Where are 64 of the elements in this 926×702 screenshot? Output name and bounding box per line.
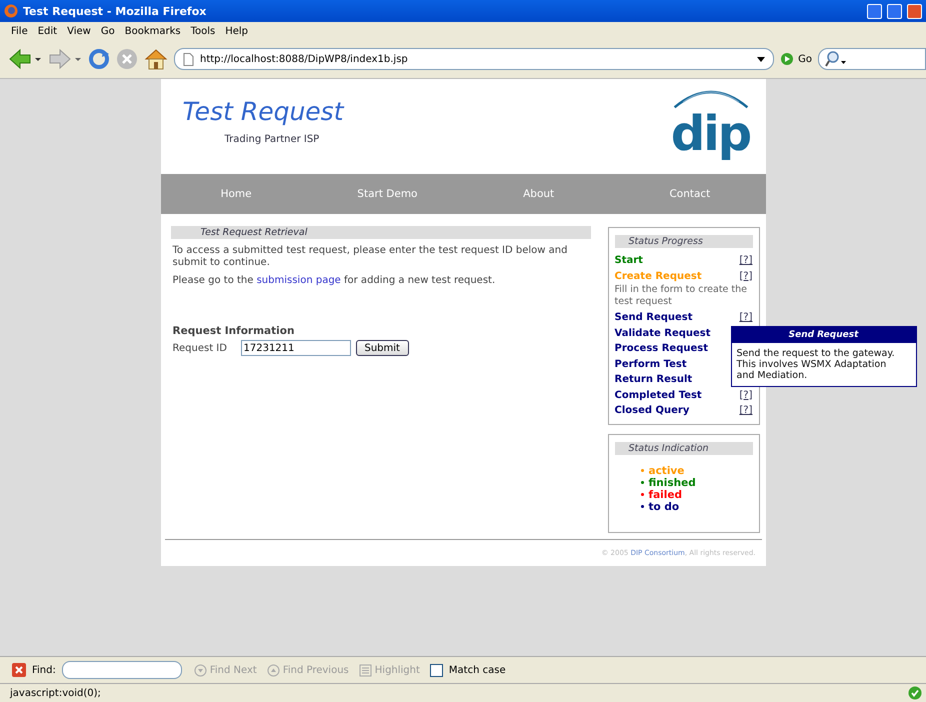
go-button[interactable]: Go — [780, 52, 812, 66]
panel-title: Status Indication — [614, 442, 752, 454]
window-title: Test Request - Mozilla Firefox — [23, 4, 206, 18]
help-link[interactable]: [?] — [739, 403, 752, 418]
info-text: Please go to the submission page for adding a new test request. — [172, 275, 496, 287]
step-label: Create Request — [614, 270, 702, 284]
home-icon[interactable] — [144, 48, 168, 70]
field-label: Request ID — [172, 342, 228, 354]
help-link[interactable]: [?] — [739, 388, 752, 403]
help-link[interactable]: [?] — [739, 310, 752, 326]
status-label: to do — [648, 500, 680, 512]
submit-button[interactable]: Submit — [356, 340, 409, 356]
step-label: Return Result — [614, 373, 692, 387]
section-title: Test Request Retrieval — [170, 226, 590, 239]
close-icon[interactable] — [12, 663, 26, 677]
maximize-icon[interactable] — [887, 4, 902, 18]
tooltip-text: Send the request to the gateway. This involves WSMX Adaptation and Mediation. — [736, 347, 896, 383]
menu-item[interactable]: Bookmarks — [120, 26, 186, 36]
step-label: Validate Request — [614, 326, 711, 340]
submission-link[interactable]: submission page — [256, 275, 341, 286]
page-icon — [183, 52, 194, 66]
tooltip-title: Send Request — [732, 327, 916, 343]
step-label: Start — [614, 254, 643, 268]
panel-title: Status Progress — [614, 235, 752, 248]
find-label: Find: — [32, 664, 56, 676]
menu-item[interactable]: Tools — [186, 26, 220, 36]
request-id-field[interactable]: 17231211 — [240, 340, 350, 356]
step-description: Fill in the form to create the test request — [614, 284, 748, 308]
help-link[interactable]: [?] — [739, 253, 752, 268]
step-label: Completed Test — [614, 388, 702, 402]
close-icon[interactable] — [907, 4, 922, 18]
match-case-label: Match case — [448, 664, 506, 676]
dropdown-icon[interactable] — [757, 56, 766, 62]
help-link[interactable]: [?] — [739, 268, 752, 284]
address-field[interactable]: http://localhost:8088/DipWP8/index1b.jsp — [174, 48, 774, 70]
step-label: Closed Query — [614, 404, 690, 418]
search-icon[interactable] — [825, 51, 847, 67]
reload-icon[interactable] — [88, 48, 110, 70]
menu-item[interactable]: Help — [220, 26, 254, 36]
intro-text: To access a submitted test request, please enter the test request ID below and submit to continue. — [172, 245, 568, 269]
page-subtitle: Trading Partner ISP — [224, 134, 320, 145]
step-label: Perform Test — [614, 358, 687, 372]
status-label: active — [648, 464, 684, 476]
page-title: Test Request — [182, 97, 344, 126]
match-case-checkbox[interactable] — [430, 664, 443, 676]
highlight-icon — [358, 664, 372, 676]
status-label: finished — [648, 476, 696, 488]
logo: dip — [670, 109, 750, 159]
menu-item[interactable]: Go — [96, 26, 120, 36]
firefox-icon — [4, 4, 18, 18]
menu-item[interactable]: Edit — [32, 26, 62, 36]
back-icon[interactable] — [8, 48, 42, 70]
minimize-icon[interactable] — [867, 4, 882, 18]
step-label: Process Request — [614, 342, 708, 356]
status-text: javascript:void(0); — [10, 688, 101, 698]
menu-item[interactable]: View — [62, 26, 96, 36]
check-icon — [908, 686, 922, 700]
play-icon — [780, 52, 794, 66]
find-field[interactable] — [62, 661, 182, 679]
menu-item[interactable]: File — [6, 26, 33, 36]
search-field[interactable] — [818, 48, 926, 70]
status-label: failed — [648, 488, 682, 500]
form-heading: Request Information — [172, 325, 296, 337]
step-label: Send Request — [614, 311, 693, 325]
